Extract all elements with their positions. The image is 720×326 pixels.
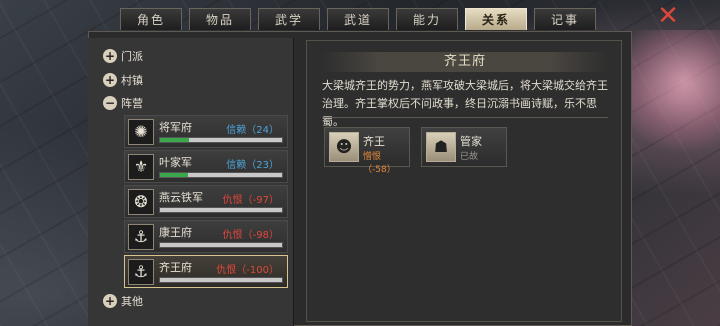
faction-emblem-icon: ❂ <box>128 189 154 215</box>
close-icon[interactable]: ✕ <box>655 3 681 30</box>
member-status: 憎恨（-58） <box>363 152 396 175</box>
background-blossom <box>630 30 720 160</box>
faction-relation: 仇恨（-97） <box>222 195 279 206</box>
faction-item[interactable]: ⚜ 叶家军 信赖（23） <box>124 150 288 183</box>
relation-bar-fill <box>160 173 189 177</box>
relation-bar <box>159 242 283 248</box>
relation-bar <box>159 137 283 143</box>
tab-character[interactable]: 角色 <box>120 8 182 30</box>
expand-icon: + <box>103 49 117 63</box>
tree-group-label: 村镇 <box>121 74 143 87</box>
tab-martial-way[interactable]: 武道 <box>327 8 389 30</box>
divider <box>322 117 608 118</box>
faction-emblem-icon: ⚜ <box>128 154 154 180</box>
member-name: 管家 <box>460 135 482 148</box>
tree-group-sects[interactable]: + 门派 <box>103 47 143 65</box>
collapse-icon: − <box>103 96 117 110</box>
faction-emblem-icon: ⚓ <box>128 224 154 250</box>
member-card[interactable]: ☻ 齐王 憎恨（-58） <box>324 127 410 175</box>
portrait-icon: ☗ <box>426 132 456 162</box>
faction-item[interactable]: ⚓ 康王府 仇恨（-98） <box>124 220 288 253</box>
faction-relation: 信赖（23） <box>226 160 279 171</box>
faction-relation: 仇恨（-98） <box>222 230 279 241</box>
faction-relation: 信赖（24） <box>226 125 279 136</box>
detail-description: 大梁城齐王的势力，燕军攻破大梁城后，将大梁城交给齐王治理。齐王掌权后不问政事，终… <box>322 79 608 128</box>
tree-group-towns[interactable]: + 村镇 <box>103 71 143 89</box>
faction-item[interactable]: ✺ 将军府 信赖（24） <box>124 115 288 148</box>
tab-abilities[interactable]: 能力 <box>396 8 458 30</box>
faction-name: 燕云铁军 <box>159 191 203 204</box>
tab-bar: 角色 物品 武学 武道 能力 关系 记事 <box>120 8 596 32</box>
faction-item[interactable]: ❂ 燕云铁军 仇恨（-97） <box>124 185 288 218</box>
expand-icon: + <box>103 294 117 308</box>
tab-relations[interactable]: 关系 <box>465 8 527 30</box>
tree-group-camps[interactable]: − 阵营 <box>103 94 143 112</box>
faction-relation: 仇恨（-100） <box>216 265 279 276</box>
faction-emblem-icon: ✺ <box>128 119 154 145</box>
tab-journal[interactable]: 记事 <box>534 8 596 30</box>
tree-group-other[interactable]: + 其他 <box>103 292 143 310</box>
faction-name: 叶家军 <box>159 156 192 169</box>
expand-icon: + <box>103 73 117 87</box>
tree-group-label: 其他 <box>121 295 143 308</box>
faction-name: 康王府 <box>159 226 192 239</box>
member-status: 已故 <box>460 152 479 162</box>
member-name: 齐王 <box>363 135 385 148</box>
tab-items[interactable]: 物品 <box>189 8 251 30</box>
tree-group-label: 阵营 <box>121 97 143 110</box>
faction-name: 将军府 <box>159 121 192 134</box>
faction-name: 齐王府 <box>159 261 192 274</box>
relation-bar-fill <box>160 138 190 142</box>
detail-title: 齐王府 <box>322 52 608 72</box>
faction-item-selected[interactable]: ⚓ 齐王府 仇恨（-100） <box>124 255 288 288</box>
tab-martial-arts[interactable]: 武学 <box>258 8 320 30</box>
member-card[interactable]: ☗ 管家 已故 <box>421 127 507 167</box>
portrait-icon: ☻ <box>329 132 359 162</box>
relation-bar <box>159 277 283 283</box>
relation-bar <box>159 172 283 178</box>
tree-group-label: 门派 <box>121 50 143 63</box>
faction-emblem-icon: ⚓ <box>128 259 154 285</box>
relation-bar <box>159 207 283 213</box>
